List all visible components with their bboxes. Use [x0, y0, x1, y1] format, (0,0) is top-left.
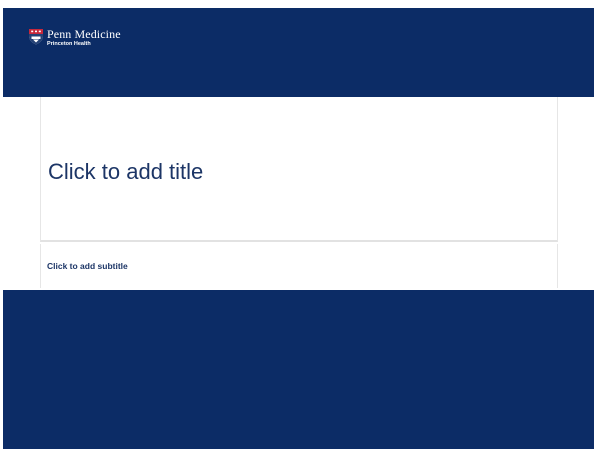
footer-band — [3, 290, 594, 449]
title-placeholder-box[interactable]: Click to add title — [40, 97, 558, 242]
brand-name: Penn Medicine — [47, 27, 121, 41]
slide-content-area: Click to add title Click to add subtitle — [3, 97, 594, 290]
subtitle-placeholder-text: Click to add subtitle — [47, 261, 128, 271]
brand-subname: Princeton Health — [47, 41, 91, 47]
slide-canvas: Penn Medicine Princeton Health Click to … — [0, 0, 594, 449]
penn-shield-icon — [29, 29, 43, 45]
penn-medicine-logo: Penn Medicine Princeton Health — [28, 28, 121, 48]
subtitle-placeholder-box[interactable]: Click to add subtitle — [40, 244, 558, 288]
title-placeholder-text: Click to add title — [48, 159, 204, 184]
header-band: Penn Medicine Princeton Health — [3, 8, 594, 97]
